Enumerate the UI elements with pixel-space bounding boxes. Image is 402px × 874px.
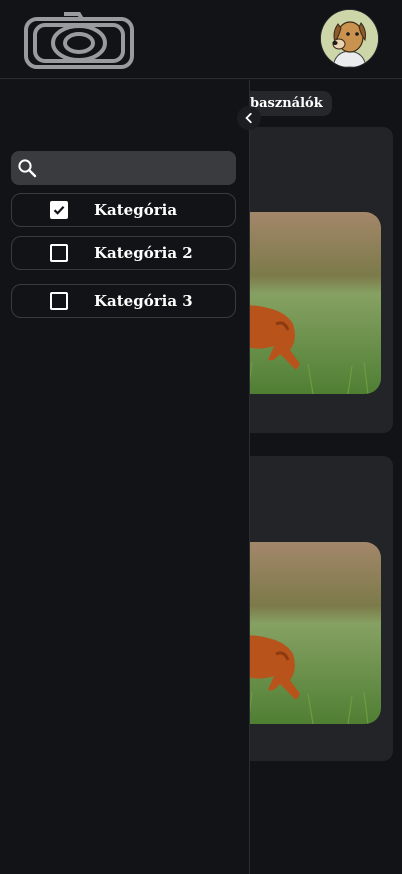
search-input[interactable] — [45, 151, 234, 187]
post-card[interactable] — [228, 456, 393, 761]
user-avatar[interactable] — [321, 10, 378, 67]
post-card[interactable] — [228, 127, 393, 433]
category-label: Kategória 3 — [94, 292, 193, 310]
category-label: Kategória — [94, 201, 178, 219]
collapse-drawer-button[interactable] — [237, 106, 261, 130]
camera-logo-icon[interactable] — [24, 10, 134, 74]
chevron-left-icon — [243, 109, 255, 128]
app-header — [0, 0, 402, 79]
category-item-kategoria[interactable]: Kategória — [11, 193, 236, 227]
category-item-kategoria-2[interactable]: Kategória 2 — [11, 236, 236, 270]
search-field[interactable] — [11, 151, 236, 187]
checkbox-unchecked-icon[interactable] — [50, 244, 68, 262]
checkbox-checked-icon[interactable] — [50, 201, 68, 219]
filter-drawer: Kategória Kategória 2 Kategória 3 — [0, 80, 250, 874]
users-chip-label: basználók — [250, 96, 323, 111]
search-icon — [17, 158, 37, 178]
deer-photo — [228, 212, 381, 394]
checkbox-unchecked-icon[interactable] — [50, 292, 68, 310]
category-item-kategoria-3[interactable]: Kategória 3 — [11, 284, 236, 318]
deer-photo — [228, 542, 381, 724]
category-label: Kategória 2 — [94, 244, 193, 262]
